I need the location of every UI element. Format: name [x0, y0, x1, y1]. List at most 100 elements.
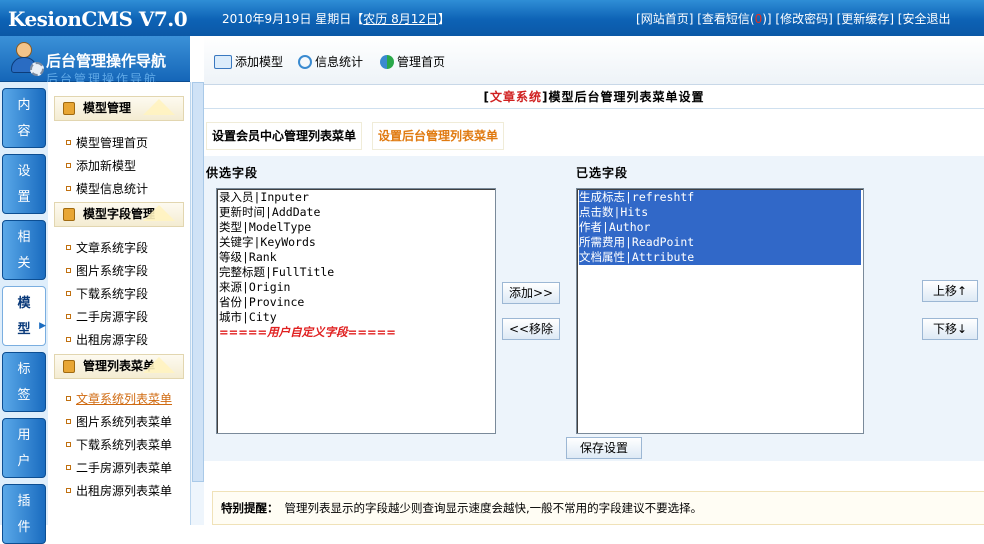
custom-fields-separator[interactable]: =====用户自定义字段===== — [219, 325, 493, 340]
save-settings-button[interactable]: 保存设置 — [566, 437, 642, 459]
list-item[interactable]: 文档属性|Attribute — [579, 250, 861, 265]
caret-right-icon: ▶ — [39, 321, 46, 331]
menu-group-title: 模型管理 — [83, 101, 132, 115]
message-count: 0 — [754, 12, 763, 26]
link-site-home[interactable]: 网站首页 — [641, 12, 689, 26]
move-down-button[interactable]: 下移↓ — [922, 318, 978, 340]
add-model-icon — [214, 55, 232, 69]
list-item[interactable]: 城市|City — [219, 310, 493, 325]
vertical-tab-column: 内容 设置 相关 模型 ▶ 标签 用户 插件 — [0, 82, 48, 544]
bullet-icon — [66, 245, 71, 250]
menu-group-field-management[interactable]: 模型字段管理 — [54, 202, 184, 227]
lunar-date: 农历 8月12日 — [363, 12, 439, 26]
tab-backend-menu[interactable]: 设置后台管理列表菜单 — [372, 122, 505, 150]
date-text: 2010年9月19日 星期日 — [222, 12, 352, 26]
menu-item-photo-list-menu[interactable]: 图片系统列表菜单 — [66, 413, 172, 430]
menu-group-model-management[interactable]: 模型管理 — [54, 96, 184, 121]
module-name: 文章系统 — [489, 90, 542, 104]
menu-item-download-list-menu[interactable]: 下载系统列表菜单 — [66, 436, 172, 453]
tab-related[interactable]: 相关 — [2, 220, 46, 280]
tab-label: 标签 — [17, 362, 31, 403]
bullet-icon — [66, 163, 71, 168]
list-item[interactable]: 类型|ModelType — [219, 220, 493, 235]
menu-item-label: 添加新模型 — [76, 159, 137, 173]
list-item[interactable]: 来源|Origin — [219, 280, 493, 295]
menu-item-download-fields[interactable]: 下载系统字段 — [66, 285, 148, 302]
list-item[interactable]: 更新时间|AddDate — [219, 205, 493, 220]
admin-home-button[interactable]: 管理首页 — [380, 53, 445, 70]
add-model-button[interactable]: 添加模型 — [214, 53, 283, 70]
menu-item-label: 二手房源字段 — [76, 310, 149, 324]
notice-text: 管理列表显示的字段越少则查询显示速度会越快,一般不常用的字段建议不要选择。 — [284, 501, 703, 515]
tab-label: 插件 — [17, 494, 31, 535]
available-fields-list[interactable]: 录入员|Inputer 更新时间|AddDate 类型|ModelType 关键… — [216, 188, 496, 434]
menu-item-article-fields[interactable]: 文章系统字段 — [66, 239, 148, 256]
tab-users[interactable]: 用户 — [2, 418, 46, 478]
menu-item-label: 下载系统列表菜单 — [76, 438, 173, 452]
bullet-icon — [66, 140, 71, 145]
sidebar-header: 后台管理操作导航 后台管理操作导航 — [0, 36, 190, 86]
list-item[interactable]: 省份|Province — [219, 295, 493, 310]
refresh-home-icon — [380, 55, 394, 69]
selected-fields-list[interactable]: 生成标志|refreshtf 点击数|Hits 作者|Author 所需费用|R… — [576, 188, 864, 434]
bullet-icon — [66, 186, 71, 191]
page-title: [文章系统]模型后台管理列表菜单设置 — [204, 85, 984, 109]
link-change-password[interactable]: 修改密码 — [780, 12, 828, 26]
list-item[interactable]: 关键字|KeyWords — [219, 235, 493, 250]
bullet-icon — [66, 291, 71, 296]
bullet-icon — [66, 337, 71, 342]
menu-item-add-model[interactable]: 添加新模型 — [66, 157, 136, 174]
link-messages[interactable]: 查看短信 — [702, 12, 750, 26]
menu-item-model-stats[interactable]: 模型信息统计 — [66, 180, 148, 197]
tab-labels[interactable]: 标签 — [2, 352, 46, 412]
list-item[interactable]: 所需费用|ReadPoint — [579, 235, 861, 250]
menu-item-photo-fields[interactable]: 图片系统字段 — [66, 262, 148, 279]
menu-item-model-home[interactable]: 模型管理首页 — [66, 134, 148, 151]
tab-content[interactable]: 内容 — [2, 88, 46, 148]
tab-plugins[interactable]: 插件 — [2, 484, 46, 544]
menu-item-label: 文章系统列表菜单 — [76, 392, 173, 406]
list-item[interactable]: 完整标题|FullTitle — [219, 265, 493, 280]
menu-item-house-list-menu[interactable]: 二手房源列表菜单 — [66, 459, 172, 476]
menu-item-label: 二手房源列表菜单 — [76, 461, 173, 475]
settings-tabs: 设置会员中心管理列表菜单 设置后台管理列表菜单 — [204, 122, 984, 152]
tab-member-center-menu[interactable]: 设置会员中心管理列表菜单 — [206, 122, 363, 150]
info-stats-button[interactable]: 信息统计 — [298, 53, 363, 70]
bullet-icon — [66, 465, 71, 470]
collapse-icon — [143, 357, 175, 373]
scrollbar-thumb[interactable] — [192, 82, 204, 482]
menu-item-label: 文章系统字段 — [76, 241, 149, 255]
info-stats-label: 信息统计 — [315, 55, 364, 69]
menu-item-article-list-menu[interactable]: 文章系统列表菜单 — [66, 390, 172, 407]
bullet-icon — [66, 419, 71, 424]
bullet-icon — [66, 268, 71, 273]
date-display: 2010年9月19日 星期日【农历 8月12日】 — [222, 12, 451, 26]
list-item[interactable]: 生成标志|refreshtf — [579, 190, 861, 205]
tab-settings[interactable]: 设置 — [2, 154, 46, 214]
menu-item-label: 下载系统字段 — [76, 287, 149, 301]
menu-item-rental-fields[interactable]: 出租房源字段 — [66, 331, 148, 348]
menu-item-house-fields[interactable]: 二手房源字段 — [66, 308, 148, 325]
link-logout[interactable]: 安全退出 — [903, 12, 951, 26]
add-field-button[interactable]: 添加>> — [502, 282, 560, 304]
remove-field-button[interactable]: <<移除 — [502, 318, 560, 340]
folder-icon — [63, 102, 75, 115]
tab-model[interactable]: 模型 ▶ — [2, 286, 46, 346]
list-item[interactable]: 作者|Author — [579, 220, 861, 235]
sidebar-scrollbar[interactable] — [190, 82, 204, 525]
toolbar: 添加模型 信息统计 管理首页 — [204, 36, 984, 85]
folder-icon — [63, 360, 75, 373]
list-item[interactable]: 录入员|Inputer — [219, 190, 493, 205]
menu-item-rental-list-menu[interactable]: 出租房源列表菜单 — [66, 482, 172, 499]
list-item[interactable]: 等级|Rank — [219, 250, 493, 265]
list-item[interactable]: 点击数|Hits — [579, 205, 861, 220]
bullet-icon — [66, 314, 71, 319]
move-up-button[interactable]: 上移↑ — [922, 280, 978, 302]
notice-box: 特别提醒： 管理列表显示的字段越少则查询显示速度会越快,一般不常用的字段建议不要选… — [212, 491, 984, 525]
menu-item-label: 出租房源列表菜单 — [76, 484, 173, 498]
link-refresh-cache[interactable]: 更新缓存 — [841, 12, 889, 26]
admin-home-label: 管理首页 — [397, 55, 446, 69]
menu-group-list-menus[interactable]: 管理列表菜单 — [54, 354, 184, 379]
collapse-icon — [143, 205, 175, 221]
app-logo: KesionCMS V7.0 — [8, 7, 188, 31]
